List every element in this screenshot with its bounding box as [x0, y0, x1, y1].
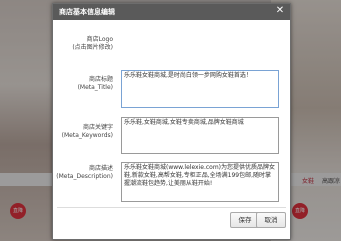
shop-info-dialog: 商店基本信息编辑 ✕ 商店Logo (点击图片修改) 商店标题 (Meta_Ti… — [52, 3, 291, 240]
keywords-label: 商店关键字 (Meta_Keywords) — [62, 124, 113, 140]
dialog-divider — [57, 207, 286, 208]
logo-label-title: 商店Logo — [86, 36, 113, 43]
dialog-titlebar: 商店基本信息编辑 ✕ — [53, 4, 290, 20]
close-icon[interactable]: ✕ — [274, 5, 286, 17]
meta-description-input[interactable]: 乐乐鞋女鞋商城(www.lelexie.com)为您提供优质品牌女鞋,新款女鞋,… — [121, 162, 279, 202]
logo-label-hint: (点击图片修改) — [72, 44, 113, 51]
cancel-button[interactable]: 取消 — [256, 212, 286, 228]
title-label-title: 商店标题 — [88, 76, 113, 83]
meta-keywords-input[interactable]: 乐乐鞋,女鞋商城,女鞋专卖商城,品牌女鞋商城 — [121, 117, 279, 154]
meta-title-input[interactable]: 乐乐鞋女鞋商城,是时尚白领一步网购女鞋首选！ — [121, 70, 279, 108]
dialog-title: 商店基本信息编辑 — [59, 8, 115, 16]
description-label-meta: (Meta_Description) — [56, 173, 113, 180]
title-label-meta: (Meta_Title) — [77, 84, 113, 91]
description-label: 商店描述 (Meta_Description) — [56, 165, 113, 181]
keywords-label-title: 商店关键字 — [82, 124, 113, 131]
description-label-title: 商店描述 — [88, 165, 113, 172]
title-label: 商店标题 (Meta_Title) — [78, 76, 113, 92]
keywords-label-meta: (Meta_Keywords) — [61, 132, 113, 139]
logo-label: 商店Logo (点击图片修改) — [72, 36, 113, 52]
